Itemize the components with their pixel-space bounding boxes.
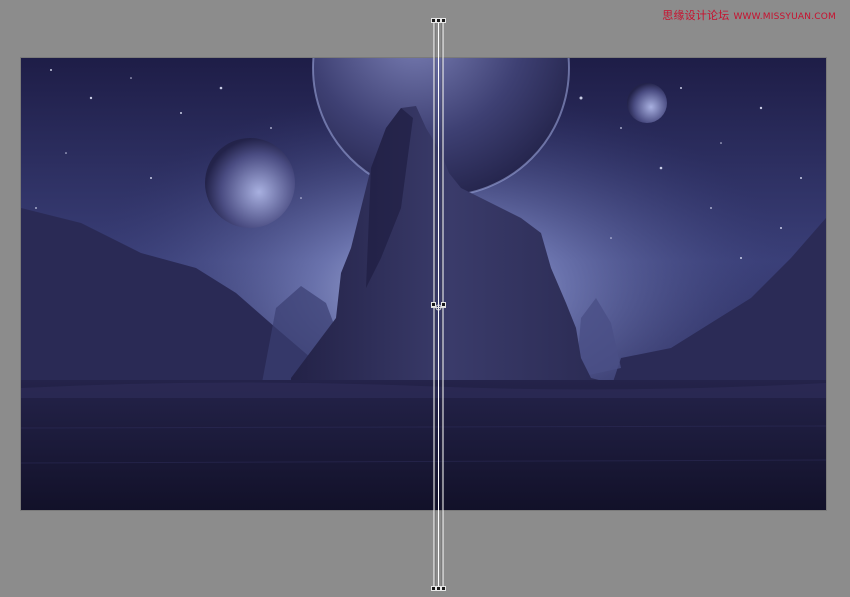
document-canvas[interactable] [21,58,826,510]
watermark: 思缘设计论坛 WWW.MISSYUAN.COM [662,7,836,23]
transform-handle-top-right[interactable] [441,18,446,23]
transform-handle-bottom-right[interactable] [441,586,446,591]
transform-reference-point-icon[interactable] [431,304,446,311]
watermark-site: WWW.MISSYUAN.COM [733,12,836,22]
landscape-image [21,58,826,510]
watermark-text: 思缘设计论坛 [662,9,730,22]
